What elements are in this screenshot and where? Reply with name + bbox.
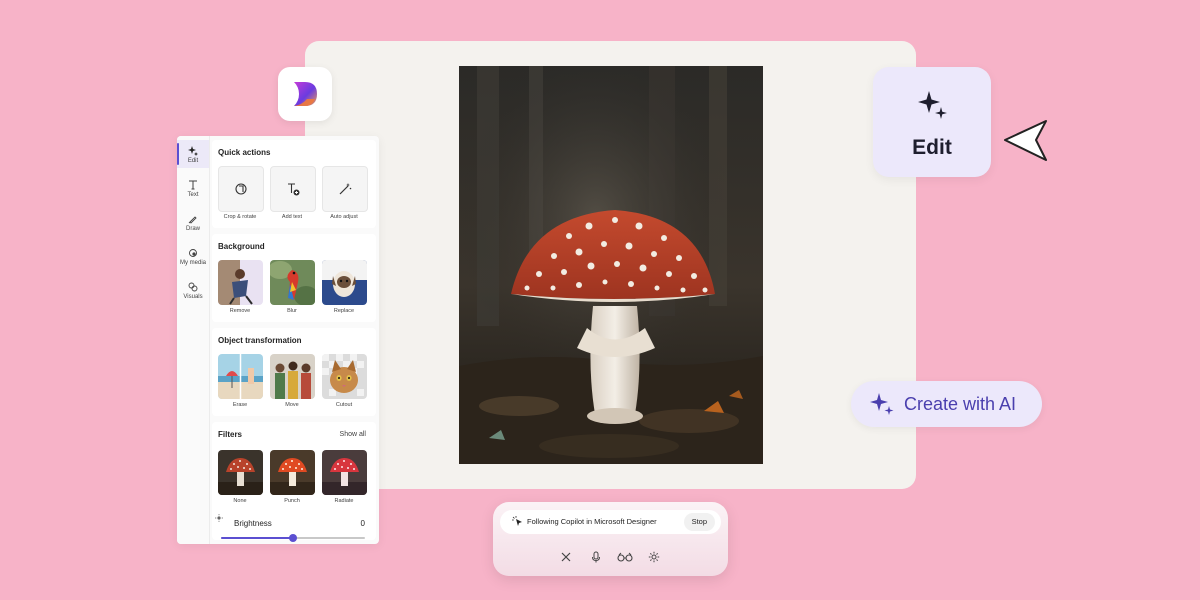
object-transformation-section: Object transformation Erase Move Cutout	[212, 328, 376, 416]
tool-rail: Edit Text Draw My media Visuals	[177, 136, 210, 544]
glasses-icon[interactable]	[617, 551, 633, 563]
create-with-ai-button[interactable]: Create with AI	[851, 381, 1042, 427]
mushroom-photo[interactable]	[459, 66, 763, 464]
brightness-slider[interactable]	[221, 534, 365, 542]
brightness-icon	[215, 514, 223, 522]
filter-radiate-tile[interactable]	[322, 450, 367, 495]
tile-label: Punch	[284, 498, 300, 504]
edit-panel: Edit Text Draw My media Visuals Quick ac…	[177, 136, 379, 544]
shapes-icon	[188, 282, 198, 292]
rail-label: Visuals	[183, 294, 203, 300]
tile-label: Erase	[232, 402, 248, 408]
tile-label: Crop & rotate	[223, 214, 257, 220]
background-section: Background Remove Blur Replace	[212, 234, 376, 322]
section-title: Background	[218, 242, 265, 251]
copilot-status: Following Copilot in Microsoft Designer …	[500, 510, 721, 534]
cutout-tile[interactable]	[322, 354, 367, 399]
rail-label: My media	[179, 260, 206, 266]
tile-label: Blur	[287, 308, 297, 314]
crop-rotate-icon	[235, 183, 247, 195]
rail-item-edit[interactable]: Edit	[177, 140, 209, 168]
filter-none-tile[interactable]	[218, 450, 263, 495]
tile-label: Add text	[281, 214, 303, 220]
rail-label: Draw	[185, 226, 200, 232]
show-all-link[interactable]: Show all	[340, 431, 366, 438]
quick-actions-section: Quick actions Crop & rotate Add text Aut…	[212, 140, 376, 228]
move-tile[interactable]	[270, 354, 315, 399]
rail-item-text[interactable]: Text	[177, 180, 209, 198]
stop-button[interactable]: Stop	[683, 513, 715, 531]
background-replace-tile[interactable]	[322, 260, 367, 305]
slider-thumb[interactable]	[289, 534, 297, 542]
pen-icon	[188, 216, 197, 224]
media-icon	[189, 249, 197, 257]
tile-label: Cutout	[335, 402, 353, 408]
section-title: Quick actions	[218, 148, 271, 157]
sparkle-icon	[870, 393, 894, 415]
tile-label: None	[233, 498, 247, 504]
crop-rotate-button[interactable]	[218, 166, 264, 212]
tile-label: Move	[285, 402, 299, 408]
rail-item-draw[interactable]: Draw	[177, 214, 209, 232]
copilot-bar: Following Copilot in Microsoft Designer …	[493, 502, 728, 576]
section-title: Filters	[218, 430, 243, 439]
microphone-icon[interactable]	[590, 551, 602, 563]
close-icon[interactable]	[560, 551, 572, 563]
brightness-label: Brightness	[234, 519, 272, 528]
cursor-pointer-icon	[1004, 120, 1047, 161]
slider-fill	[221, 537, 293, 539]
erase-tile[interactable]	[218, 354, 263, 399]
filter-punch-tile[interactable]	[270, 450, 315, 495]
edit-label: Edit	[912, 136, 952, 159]
rail-item-my-media[interactable]: My media	[177, 248, 209, 266]
rail-label: Text	[187, 192, 199, 198]
edit-callout[interactable]: Edit	[873, 67, 991, 177]
sparkle-icon	[188, 146, 198, 156]
rail-label: Edit	[187, 158, 199, 164]
cursor-icon	[512, 516, 522, 526]
sparkle-icon	[918, 91, 947, 119]
settings-icon[interactable]	[648, 551, 660, 563]
brightness-value: 0	[360, 519, 365, 528]
section-title: Object transformation	[218, 336, 302, 345]
tile-label: Radiate	[334, 498, 354, 504]
background-blur-tile[interactable]	[270, 260, 315, 305]
rail-item-visuals[interactable]: Visuals	[177, 282, 209, 300]
tile-label: Auto adjust	[330, 214, 358, 220]
create-with-ai-label: Create with AI	[904, 394, 1017, 414]
designer-logo	[278, 67, 332, 121]
background-remove-tile[interactable]	[218, 260, 263, 305]
copilot-status-text: Following Copilot in Microsoft Designer	[527, 517, 657, 526]
text-icon	[189, 180, 197, 190]
magic-wand-icon	[339, 183, 352, 195]
add-text-icon	[288, 183, 300, 196]
tile-label: Replace	[333, 308, 355, 314]
auto-adjust-button[interactable]	[322, 166, 368, 212]
tile-label: Remove	[229, 308, 251, 314]
add-text-button[interactable]	[270, 166, 316, 212]
